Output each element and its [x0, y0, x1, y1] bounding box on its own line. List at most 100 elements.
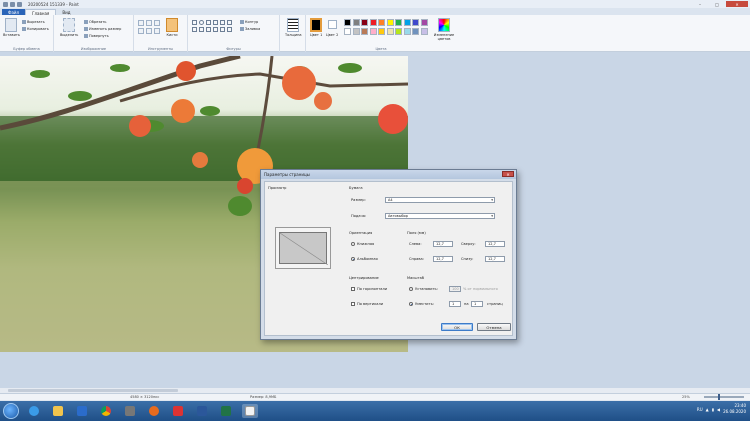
undo-icon[interactable]	[10, 1, 15, 7]
taskbar-firefox[interactable]	[146, 404, 162, 418]
color-swatch[interactable]	[412, 19, 419, 26]
margin-top-input[interactable]: 12,7	[485, 241, 505, 247]
portrait-radio[interactable]	[351, 242, 355, 246]
clock[interactable]: 23:40 26.08.2020	[723, 403, 746, 415]
magnifier-icon[interactable]	[154, 28, 160, 34]
redo-icon[interactable]	[17, 1, 22, 7]
color2-button[interactable]: Цвет 2	[326, 18, 338, 37]
minimize-button[interactable]: –	[692, 1, 708, 7]
polygon-shape-icon[interactable]	[220, 20, 225, 25]
paper-source-select[interactable]: Автовыбор	[385, 213, 495, 219]
outline-button[interactable]: Контур	[240, 20, 258, 24]
color-swatch[interactable]	[395, 19, 402, 26]
color-swatch[interactable]	[369, 19, 377, 26]
callout-shape-icon[interactable]	[220, 27, 225, 32]
dialog-close-button[interactable]: ✕	[502, 171, 514, 177]
crop-button[interactable]: Обрезать	[84, 20, 106, 24]
color-swatch[interactable]	[412, 27, 419, 35]
color-swatch[interactable]	[344, 27, 351, 35]
size-button[interactable]: Толщина	[285, 18, 302, 37]
scrollbar-thumb[interactable]	[8, 389, 178, 392]
star-shape-icon[interactable]	[213, 27, 218, 32]
color-swatch[interactable]	[378, 27, 385, 35]
close-button[interactable]: ✕	[726, 1, 748, 7]
color-swatch[interactable]	[361, 27, 368, 35]
fit-pages-tall-input[interactable]: 1	[471, 301, 483, 307]
taskbar-camera[interactable]	[122, 404, 138, 418]
lang-indicator[interactable]: RU	[697, 407, 703, 412]
color-swatch[interactable]	[352, 19, 360, 26]
color-swatch[interactable]	[403, 19, 411, 26]
taskbar-explorer[interactable]	[50, 404, 66, 418]
color-swatch[interactable]	[420, 19, 428, 26]
window-title: 20200524 151339 - Paint	[28, 1, 79, 7]
text-icon[interactable]	[154, 20, 160, 26]
paper-size-select[interactable]: A4	[385, 197, 495, 203]
color1-button[interactable]: Цвет 1	[310, 18, 322, 37]
taskbar-word[interactable]	[194, 404, 210, 418]
color-picker-icon[interactable]	[146, 28, 152, 34]
margin-right-input[interactable]: 12,7	[433, 256, 453, 262]
maximize-button[interactable]: □	[709, 1, 725, 7]
brushes-button[interactable]: Кисти	[166, 18, 178, 37]
save-icon[interactable]	[3, 1, 8, 7]
taskbar-excel[interactable]	[218, 404, 234, 418]
diamond-shape-icon[interactable]	[192, 27, 197, 32]
cut-button[interactable]: Вырезать	[22, 20, 45, 24]
center-horizontal-checkbox[interactable]	[351, 287, 355, 291]
landscape-radio[interactable]	[351, 257, 355, 261]
excel-icon	[221, 406, 231, 416]
color-swatch[interactable]	[403, 27, 411, 35]
fit-pages-wide-input[interactable]: 1	[449, 301, 461, 307]
taskbar-paint[interactable]	[242, 404, 258, 418]
paste-button[interactable]: Вставить	[3, 18, 20, 37]
color-swatch[interactable]	[395, 27, 402, 35]
color-swatch[interactable]	[378, 19, 385, 26]
taskbar-app[interactable]	[170, 404, 186, 418]
arrow-shape-icon[interactable]	[206, 27, 211, 32]
color-swatch[interactable]	[420, 27, 428, 35]
start-button[interactable]	[3, 403, 19, 419]
zoom-slider[interactable]	[704, 396, 744, 398]
rectangle-shape-icon[interactable]	[206, 20, 211, 25]
adjust-scale-input[interactable]: 100	[449, 286, 461, 292]
cancel-button[interactable]: Отмена	[477, 323, 511, 331]
triangle-shape-icon[interactable]	[227, 20, 232, 25]
rounded-rect-shape-icon[interactable]	[213, 20, 218, 25]
center-vertical-checkbox[interactable]	[351, 302, 355, 306]
color-swatch[interactable]	[361, 19, 368, 26]
resize-button[interactable]: Изменить размер	[84, 27, 121, 31]
network-icon[interactable]: ▮	[712, 407, 714, 412]
zoom-slider-knob[interactable]	[718, 394, 720, 400]
volume-icon[interactable]: ◀	[717, 407, 720, 412]
copy-button[interactable]: Копировать	[22, 27, 49, 31]
tools-group: Кисти Инструменты	[134, 15, 188, 52]
color-swatch[interactable]	[352, 27, 360, 35]
paper-source-label: Подача:	[351, 214, 367, 218]
margin-left-input[interactable]: 12,7	[433, 241, 453, 247]
heart-shape-icon[interactable]	[227, 27, 232, 32]
taskbar-chrome[interactable]	[98, 404, 114, 418]
oval-shape-icon[interactable]	[199, 20, 204, 25]
line-shape-icon[interactable]	[192, 20, 197, 25]
edit-colors-button[interactable]: Изменение цветов	[432, 18, 456, 41]
ok-button[interactable]: ОК	[441, 323, 473, 331]
adjust-scale-radio[interactable]	[409, 287, 413, 291]
taskbar-ie[interactable]	[26, 404, 42, 418]
select-button[interactable]: Выделить	[60, 18, 78, 37]
margin-bottom-input[interactable]: 12,7	[485, 256, 505, 262]
fill-button[interactable]: Заливка	[240, 27, 260, 31]
fit-to-radio[interactable]	[409, 302, 413, 306]
tools-group-label: Инструменты	[147, 47, 174, 51]
color-swatch[interactable]	[344, 19, 351, 26]
color-swatch[interactable]	[386, 19, 394, 26]
pencil-icon[interactable]	[138, 20, 144, 26]
color-swatch[interactable]	[386, 27, 394, 35]
pentagon-shape-icon[interactable]	[199, 27, 204, 32]
taskbar-media[interactable]	[74, 404, 90, 418]
fill-icon[interactable]	[146, 20, 152, 26]
rotate-button[interactable]: Повернуть	[84, 34, 109, 38]
color-swatch[interactable]	[369, 27, 377, 35]
show-hidden-icons-icon[interactable]: ▲	[706, 407, 709, 412]
eraser-icon[interactable]	[138, 28, 144, 34]
